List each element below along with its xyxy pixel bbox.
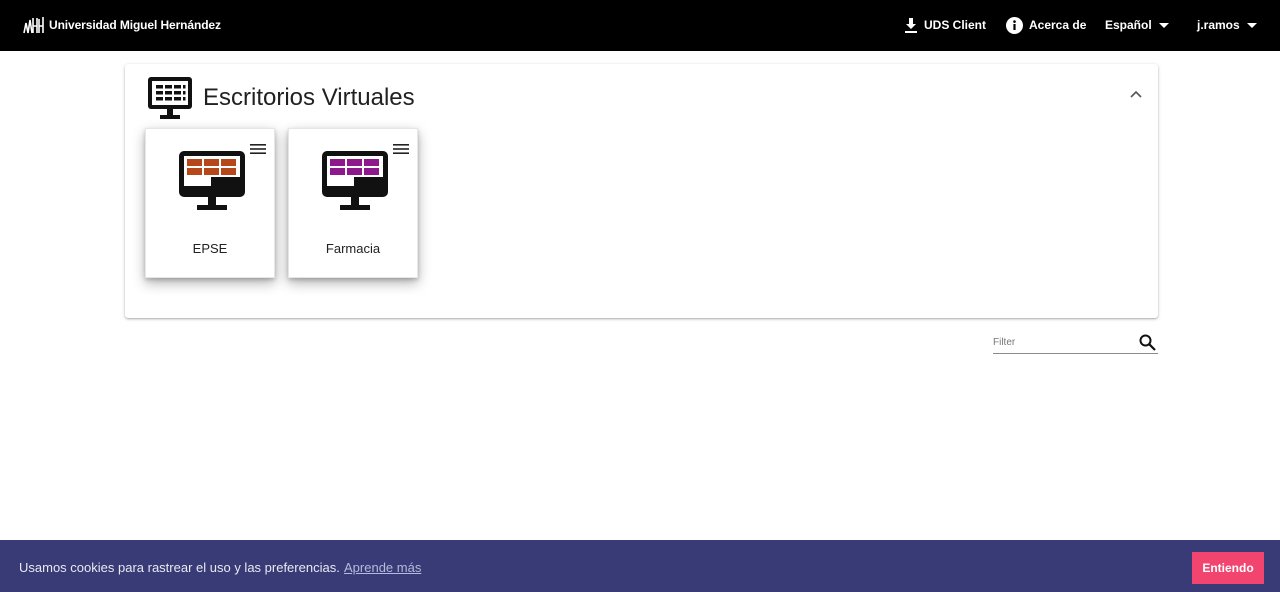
brand-name: Universidad Miguel Hernández [49, 18, 221, 32]
cookie-message: Usamos cookies para rastrear el uso y la… [19, 560, 340, 575]
about-link[interactable]: Acerca de [1006, 15, 1086, 35]
uds-client-link[interactable]: UDS Client [904, 15, 986, 35]
desktop-tile-farmacia[interactable]: Farmacia [288, 128, 418, 278]
desktop-monitor-icon [148, 77, 192, 119]
brand[interactable]: Universidad Miguel Hernández [22, 14, 221, 36]
top-navbar: Universidad Miguel Hernández UDS Client … [0, 0, 1280, 51]
caret-down-icon [1158, 22, 1169, 28]
hamburger-menu-icon[interactable] [250, 143, 266, 155]
panel-title: Escritorios Virtuales [203, 84, 415, 111]
umh-desktop-icon [179, 151, 245, 210]
user-label: j.ramos [1197, 18, 1240, 32]
desktop-tile-label: EPSE [192, 241, 228, 256]
panel-header: Escritorios Virtuales [148, 77, 415, 119]
filter-field [993, 333, 1158, 354]
desktop-tile-label: Farmacia [325, 241, 381, 256]
collapse-chevron-icon[interactable] [1128, 86, 1144, 102]
language-dropdown[interactable]: Español [1105, 15, 1169, 35]
search-icon[interactable] [1139, 334, 1156, 351]
language-label: Español [1105, 18, 1152, 32]
virtual-desktops-panel: Escritorios Virtuales EPSE Farmacia [125, 64, 1158, 318]
filter-input[interactable] [993, 333, 1133, 352]
learn-more-link[interactable]: Aprende más [344, 560, 421, 575]
uds-client-label: UDS Client [924, 18, 987, 32]
desktop-tile-epse[interactable]: EPSE [145, 128, 275, 278]
umh-logo-icon [22, 14, 46, 36]
accept-cookies-button[interactable]: Entiendo [1192, 552, 1264, 584]
cookie-consent-bar: Usamos cookies para rastrear el uso y la… [0, 540, 1280, 592]
about-label: Acerca de [1029, 18, 1087, 32]
umh-desktop-icon [322, 151, 388, 210]
caret-down-icon [1246, 22, 1257, 28]
download-icon [905, 17, 917, 33]
hamburger-menu-icon[interactable] [393, 143, 409, 155]
user-dropdown[interactable]: j.ramos [1197, 15, 1257, 35]
info-icon [1006, 16, 1023, 34]
